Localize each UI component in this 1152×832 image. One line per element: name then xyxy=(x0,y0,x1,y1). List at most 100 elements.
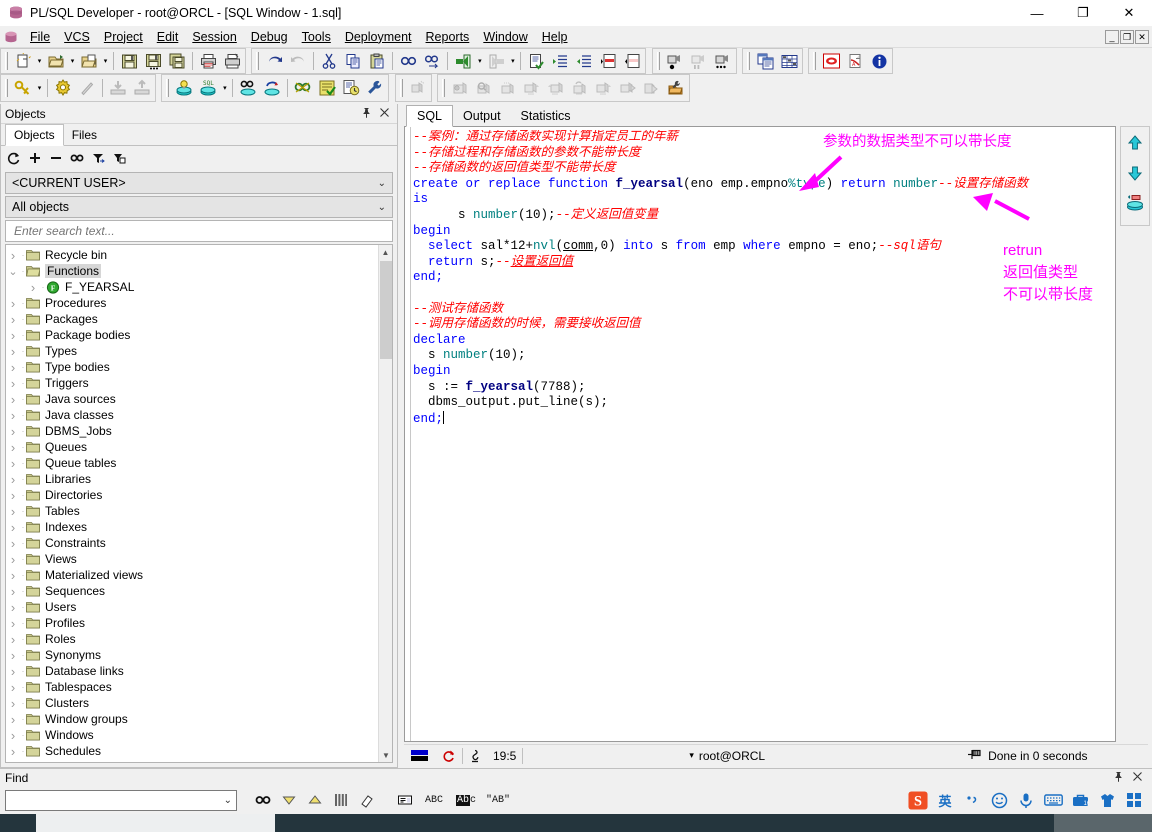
uncomment-icon[interactable] xyxy=(620,50,644,72)
scroll-down-icon[interactable] xyxy=(1123,160,1147,186)
scrollbar-thumb[interactable] xyxy=(380,261,392,359)
tree-item-libraries[interactable]: › · Libraries xyxy=(6,471,378,487)
chevron-right-icon[interactable]: › xyxy=(6,440,20,455)
export-icon[interactable] xyxy=(130,77,154,99)
chevron-right-icon[interactable]: › xyxy=(6,600,20,615)
refresh-icon[interactable] xyxy=(5,149,23,167)
tree-item-functions[interactable]: ⌄ · Functions xyxy=(6,263,378,279)
tile-windows-icon[interactable] xyxy=(753,50,777,72)
sql-editor[interactable]: --案例：通过存储函数实现计算指定员工的年薪 --存储过程和存储函数的参数不能带… xyxy=(404,126,1116,742)
next-window-icon[interactable] xyxy=(484,50,508,72)
scroll-down-arrow[interactable]: ▼ xyxy=(379,748,392,762)
pin-icon[interactable] xyxy=(361,107,372,121)
chevron-down-icon[interactable]: ⌄ xyxy=(224,795,232,806)
tree-item-f-yearsal[interactable]: › · F F_YEARSAL xyxy=(6,279,378,295)
object-export-icon[interactable] xyxy=(520,77,544,99)
chevron-right-icon[interactable]: › xyxy=(6,664,20,679)
tree-item-synonyms[interactable]: › · Synonyms xyxy=(6,647,378,663)
new-dropdown-arrow[interactable]: ▾ xyxy=(35,57,44,65)
cut-icon[interactable] xyxy=(317,50,341,72)
object-move-icon[interactable] xyxy=(616,77,640,99)
mdi-minimize-button[interactable]: _ xyxy=(1105,29,1119,44)
toolbar-grip[interactable] xyxy=(813,52,817,70)
tree-item-java-classes[interactable]: › · Java classes xyxy=(6,407,378,423)
preferences-wrench-icon[interactable] xyxy=(363,77,387,99)
chevron-right-icon[interactable]: › xyxy=(6,248,20,263)
tree-item-database-links[interactable]: › · Database links xyxy=(6,663,378,679)
menu-item-file[interactable]: File xyxy=(23,28,57,46)
paste-icon[interactable] xyxy=(365,50,389,72)
object-refresh-icon[interactable] xyxy=(568,77,592,99)
tree-item-schedules[interactable]: › · Schedules xyxy=(6,743,378,759)
save-all-icon[interactable] xyxy=(165,50,189,72)
chevron-right-icon[interactable]: › xyxy=(6,568,20,583)
chevron-right-icon[interactable]: › xyxy=(6,584,20,599)
chevron-right-icon[interactable]: › xyxy=(6,472,20,487)
tree-item-clusters[interactable]: › · Clusters xyxy=(6,695,378,711)
chevron-right-icon[interactable]: › xyxy=(6,312,20,327)
tab-files[interactable]: Files xyxy=(63,125,106,145)
open-icon[interactable] xyxy=(44,50,68,72)
execute-options-icon[interactable] xyxy=(711,50,735,72)
find-database-object-icon[interactable] xyxy=(236,77,260,99)
tree-item-procedures[interactable]: › · Procedures xyxy=(6,295,378,311)
undo-icon[interactable] xyxy=(262,50,286,72)
menu-item-deployment[interactable]: Deployment xyxy=(338,28,419,46)
sql-window-icon[interactable]: SQL xyxy=(196,77,220,99)
close-button[interactable]: ✕ xyxy=(1106,0,1152,26)
object-arrow-icon[interactable] xyxy=(640,77,664,99)
kill-session-icon[interactable] xyxy=(75,77,99,99)
previous-window-icon[interactable] xyxy=(451,50,475,72)
sql-history-icon[interactable] xyxy=(1123,190,1147,216)
object-properties-icon[interactable] xyxy=(448,77,472,99)
menu-item-debug[interactable]: Debug xyxy=(244,28,295,46)
tree-item-recycle-bin[interactable]: › · Recycle bin xyxy=(6,247,378,263)
search-in-icon[interactable] xyxy=(393,789,417,811)
ime-skin-icon[interactable] xyxy=(1097,790,1117,810)
tree-item-users[interactable]: › · Users xyxy=(6,599,378,615)
chevron-right-icon[interactable]: › xyxy=(6,648,20,663)
tree-item-constraints[interactable]: › · Constraints xyxy=(6,535,378,551)
session-history-icon[interactable] xyxy=(339,77,363,99)
tab-sql[interactable]: SQL xyxy=(406,105,454,127)
whole-words-icon[interactable]: ABC xyxy=(419,789,449,811)
test-manager-icon[interactable] xyxy=(315,77,339,99)
tree-scrollbar[interactable]: ▲ ▼ xyxy=(378,245,392,762)
mdi-close-button[interactable]: ✕ xyxy=(1135,29,1149,44)
indent-icon[interactable] xyxy=(548,50,572,72)
open-recent-icon[interactable] xyxy=(77,50,101,72)
menu-item-tools[interactable]: Tools xyxy=(295,28,338,46)
menu-item-window[interactable]: Window xyxy=(476,28,534,46)
taskbar-app-segment-1[interactable] xyxy=(275,814,479,832)
tree-item-type-bodies[interactable]: › · Type bodies xyxy=(6,359,378,375)
regex-icon[interactable]: "AB" xyxy=(483,789,513,811)
chevron-right-icon[interactable]: › xyxy=(6,392,20,407)
tree-item-views[interactable]: › · Views xyxy=(6,551,378,567)
schema-selector[interactable]: <CURRENT USER> ⌄ xyxy=(5,172,393,194)
toolbar-grip[interactable] xyxy=(442,79,446,97)
ime-emoji-icon[interactable] xyxy=(989,790,1009,810)
tree-item-package-bodies[interactable]: › · Package bodies xyxy=(6,327,378,343)
toolbar-grip[interactable] xyxy=(5,52,8,70)
refresh-icon[interactable] xyxy=(436,746,462,766)
menu-item-project[interactable]: Project xyxy=(97,28,150,46)
tree-item-windows[interactable]: › · Windows xyxy=(6,727,378,743)
maximize-button[interactable]: ❐ xyxy=(1060,0,1106,26)
menu-item-reports[interactable]: Reports xyxy=(419,28,477,46)
grid-view-icon[interactable] xyxy=(777,50,801,72)
save-icon[interactable] xyxy=(117,50,141,72)
tree-item-tables[interactable]: › · Tables xyxy=(6,503,378,519)
chevron-right-icon[interactable]: › xyxy=(6,696,20,711)
scroll-up-arrow[interactable]: ▲ xyxy=(379,245,392,259)
tab-statistics[interactable]: Statistics xyxy=(511,106,581,126)
chevron-right-icon[interactable]: › xyxy=(26,280,40,295)
logon-key-icon[interactable] xyxy=(11,77,35,99)
taskbar-start-segment[interactable] xyxy=(0,814,36,832)
chevron-right-icon[interactable]: › xyxy=(6,504,20,519)
object-type-selector[interactable]: All objects ⌄ xyxy=(5,196,393,218)
find-previous-icon[interactable] xyxy=(303,789,327,811)
chevron-right-icon[interactable]: › xyxy=(6,360,20,375)
chevron-right-icon[interactable]: › xyxy=(6,536,20,551)
print-setup-icon[interactable] xyxy=(220,50,244,72)
object-edit-icon[interactable] xyxy=(496,77,520,99)
